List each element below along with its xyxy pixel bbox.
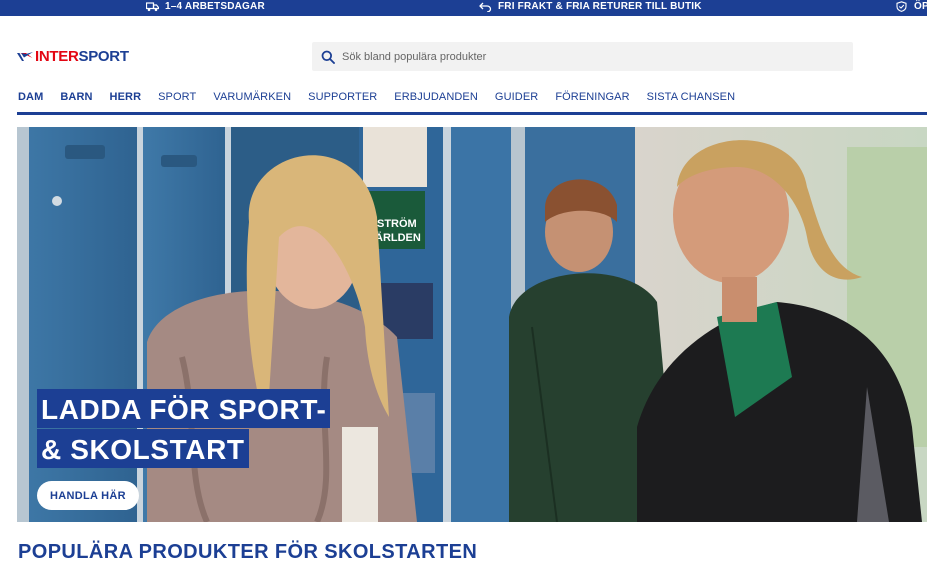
nav-item-föreningar[interactable]: FÖRENINGAR (555, 91, 629, 103)
nav-item-sport[interactable]: SPORT (158, 91, 196, 103)
nav-item-sista-chansen[interactable]: SISTA CHANSEN (647, 91, 736, 103)
logo-text-inter: INTER (35, 48, 79, 65)
search-icon[interactable] (321, 50, 335, 64)
nav-item-dam[interactable]: DAM (18, 91, 43, 103)
extra-message: ÖP (895, 1, 927, 12)
extra-text: ÖP (914, 1, 927, 12)
delivery-message: 1–4 ARBETSDAGAR (146, 1, 265, 12)
nav-item-supporter[interactable]: SUPPORTER (308, 91, 377, 103)
returns-message: FRI FRAKT & FRIA RETURER TILL BUTIK (479, 1, 702, 12)
delivery-text: 1–4 ARBETSDAGAR (165, 1, 265, 12)
nav-item-guider[interactable]: GUIDER (495, 91, 538, 103)
announcement-bar: 1–4 ARBETSDAGAR FRI FRAKT & FRIA RETURER… (0, 0, 927, 16)
shop-now-button[interactable]: HANDLA HÄR (37, 481, 139, 510)
truck-icon (146, 2, 159, 12)
search-bar[interactable] (312, 42, 853, 71)
nav-item-barn[interactable]: BARN (60, 91, 92, 103)
svg-text:ÄRLDEN: ÄRLDEN (375, 231, 421, 244)
headline-line-1: LADDA FÖR SPORT- (37, 389, 331, 428)
search-input[interactable] (342, 50, 822, 63)
hero-banner[interactable]: STRÖM ÄRLDEN LADDA FÖR SPORT- & SKOLSTAR… (17, 127, 927, 522)
locker-sticker-text: STRÖM (377, 217, 417, 230)
site-header: INTERSPORT DAMBARNHERRSPORTVARUMÄRKENSUP… (0, 16, 927, 116)
main-navigation: DAM BARN HERR SPORT VARUMÄRKEN SUPPORTER ERBJU… (18, 91, 752, 103)
nav-item-erbjudanden[interactable]: ERBJUDANDEN (394, 91, 478, 103)
intersport-logo[interactable]: INTER SPORT (17, 48, 129, 65)
shield-check-icon (896, 1, 907, 12)
section-title: POPULÄRA PRODUKTER FÖR SKOLSTARTEN (18, 541, 478, 563)
return-arrow-icon (479, 2, 492, 12)
nav-item-herr[interactable]: HERR (110, 91, 142, 103)
nav-item-varumärken[interactable]: VARUMÄRKEN (213, 91, 291, 103)
hero-headline: LADDA FÖR SPORT- & SKOLSTART (37, 389, 331, 468)
headline-line-2: & SKOLSTART (37, 429, 249, 468)
logo-mark-icon (17, 51, 33, 61)
logo-text-sport: SPORT (78, 48, 129, 65)
returns-text: FRI FRAKT & FRIA RETURER TILL BUTIK (498, 1, 702, 12)
nav-divider (17, 112, 927, 115)
